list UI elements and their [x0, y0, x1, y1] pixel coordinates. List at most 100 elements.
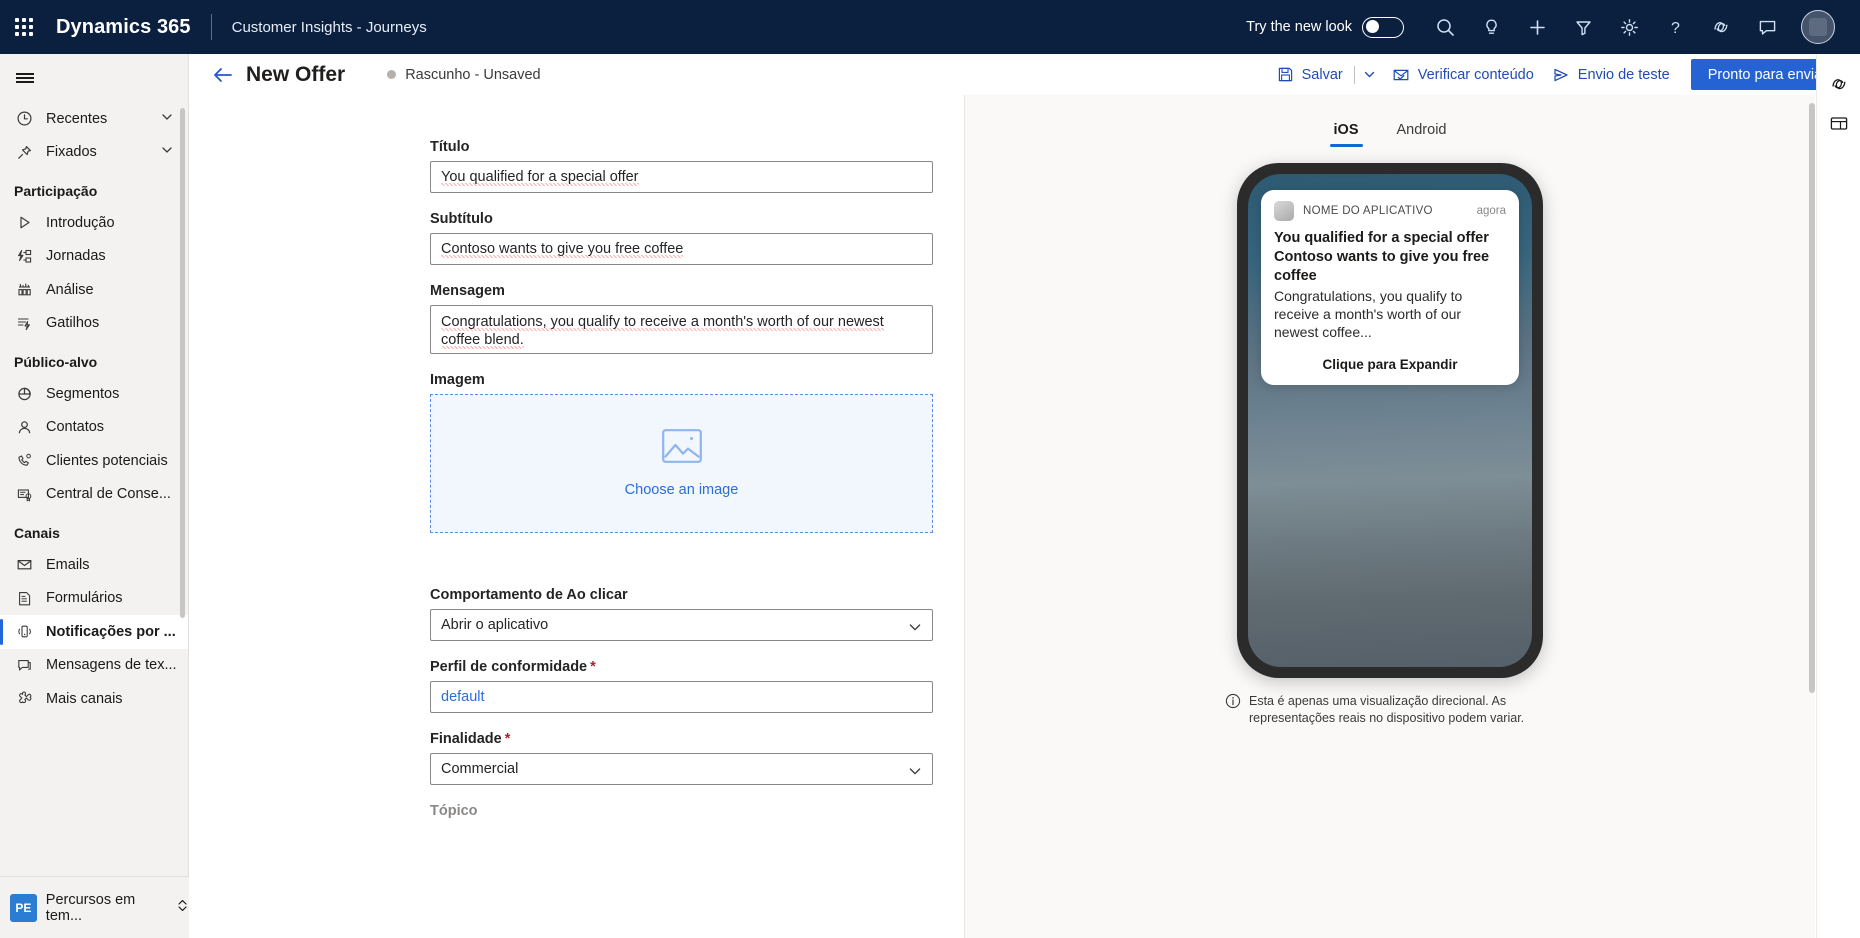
- sidebar-item-central-de-consentimento[interactable]: Central de Conse...: [0, 478, 188, 512]
- notification-subtitle: Contoso wants to give you free coffee: [1274, 249, 1490, 284]
- sidebar-item-label: Clientes potenciais: [46, 452, 168, 469]
- purpose-label: Finalidade *: [430, 731, 933, 747]
- sidebar-item-fixados[interactable]: Fixados: [0, 136, 188, 170]
- mail-icon: [16, 556, 38, 573]
- image-placeholder-icon: [661, 429, 702, 468]
- analytics-icon: [16, 281, 38, 298]
- preview-tabs: iOS Android: [965, 95, 1815, 147]
- status-dot-icon: [387, 70, 397, 79]
- avatar[interactable]: [1790, 0, 1846, 54]
- sidebar-item-mais-canais[interactable]: Mais canais: [0, 682, 188, 716]
- sidebar-item-clientes-potenciais[interactable]: Clientes potenciais: [0, 444, 188, 478]
- sidebar-item-introducao[interactable]: Introdução: [0, 206, 188, 240]
- message-value: Congratulations, you qualify to receive …: [441, 314, 884, 349]
- sidebar-item-label: Jornadas: [46, 248, 106, 265]
- chevron-down-icon[interactable]: [160, 110, 174, 128]
- sidebar-item-segmentos[interactable]: Segmentos: [0, 377, 188, 411]
- more-channels-icon: [16, 690, 38, 707]
- notes-panel-icon[interactable]: [1821, 104, 1857, 144]
- right-rail: [1816, 54, 1860, 938]
- click-to-expand-link[interactable]: Clique para Expandir: [1274, 357, 1506, 372]
- sidebar-item-label: Emails: [46, 556, 90, 573]
- help-icon[interactable]: ?: [1652, 0, 1698, 54]
- save-icon: [1277, 66, 1294, 83]
- command-divider: [1353, 65, 1355, 84]
- sidebar-item-label: Contatos: [46, 419, 105, 436]
- title-input[interactable]: You qualified for a special offer: [430, 161, 933, 193]
- sidebar-item-analise[interactable]: Análise: [0, 273, 188, 307]
- check-content-button[interactable]: Verificar conteúdo: [1383, 59, 1543, 91]
- tab-ios[interactable]: iOS: [1326, 117, 1367, 147]
- compliance-profile-label-text: Perfil de conformidade: [430, 659, 588, 675]
- area-badge: PE: [10, 893, 37, 922]
- copilot-panel-icon[interactable]: [1821, 64, 1857, 104]
- topic-label: Tópico: [430, 803, 478, 819]
- new-look-label: Try the new look: [1246, 19, 1352, 35]
- sidebar-item-recentes[interactable]: Recentes: [0, 102, 188, 136]
- check-content-label: Verificar conteúdo: [1417, 66, 1534, 83]
- waffle-icon: [15, 18, 33, 36]
- choose-image-link[interactable]: Choose an image: [625, 482, 739, 498]
- sidebar-item-mensagens-de-texto[interactable]: Mensagens de tex...: [0, 649, 188, 683]
- person-icon: [16, 419, 38, 436]
- notification-preview-card: NOME DO APLICATIVO agora You qualified f…: [1261, 190, 1519, 385]
- feedback-icon[interactable]: [1744, 0, 1790, 54]
- preview-pane: iOS Android NOME DO APLICATIVO agora You…: [965, 95, 1815, 938]
- field-compliance-profile: Perfil de conformidade * default: [430, 659, 933, 713]
- sidebar-group-title: Participação: [14, 183, 98, 199]
- sidebar-item-formularios[interactable]: Formulários: [0, 582, 188, 616]
- compliance-profile-input[interactable]: default: [430, 681, 933, 713]
- copilot-icon[interactable]: [1698, 0, 1744, 54]
- status-label: Rascunho - Unsaved: [405, 66, 541, 83]
- filter-icon[interactable]: [1560, 0, 1606, 54]
- phone-screen: NOME DO APLICATIVO agora You qualified f…: [1248, 174, 1532, 667]
- brand-title[interactable]: Dynamics 365: [56, 16, 191, 39]
- click-behavior-select[interactable]: Abrir o aplicativo: [430, 609, 933, 641]
- sidebar-menu-toggle[interactable]: [0, 54, 189, 102]
- sidebar-scroll-area: Recentes Fixados Participação Introdução: [0, 102, 188, 872]
- chevron-updown-icon[interactable]: [176, 898, 189, 918]
- area-label: Percursos em tem...: [45, 891, 136, 924]
- sidebar-item-label: Análise: [46, 281, 94, 298]
- field-image: Imagem Choose an image: [430, 372, 933, 533]
- save-button[interactable]: Salvar: [1268, 59, 1352, 91]
- sidebar-area-switcher[interactable]: PE Percursos em tem...: [0, 876, 189, 938]
- sidebar-item-label: Mais canais: [46, 690, 123, 707]
- sidebar-item-jornadas[interactable]: Jornadas: [0, 240, 188, 274]
- preview-scrollbar[interactable]: [1809, 103, 1815, 693]
- field-subtitle: Subtítulo Contoso wants to give you free…: [430, 211, 933, 265]
- purpose-select[interactable]: Commercial: [430, 753, 933, 785]
- message-input[interactable]: Congratulations, you qualify to receive …: [430, 305, 933, 354]
- new-look-toggle[interactable]: [1362, 16, 1404, 38]
- click-behavior-label: Comportamento de Ao clicar: [430, 587, 628, 603]
- image-dropzone[interactable]: Choose an image: [430, 394, 933, 533]
- sidebar-item-contatos[interactable]: Contatos: [0, 411, 188, 445]
- back-button[interactable]: [206, 54, 240, 95]
- journey-icon: [16, 248, 38, 265]
- sidebar-item-gatilhos[interactable]: Gatilhos: [0, 307, 188, 341]
- app-launcher-button[interactable]: [0, 0, 48, 54]
- test-send-button[interactable]: Envio de teste: [1543, 59, 1679, 91]
- subtitle-input[interactable]: Contoso wants to give you free coffee: [430, 233, 933, 265]
- required-asterisk: *: [590, 659, 596, 675]
- tab-android[interactable]: Android: [1389, 117, 1455, 147]
- search-icon[interactable]: [1422, 0, 1468, 54]
- app-name-label[interactable]: Customer Insights - Journeys: [232, 19, 427, 36]
- lightbulb-icon[interactable]: [1468, 0, 1514, 54]
- save-options-chevron-down-icon[interactable]: [1357, 59, 1383, 91]
- purpose-value: Commercial: [441, 761, 519, 777]
- sidebar-item-notificacoes-por-push[interactable]: Notificações por ...: [0, 615, 188, 649]
- push-notification-icon: [16, 623, 38, 640]
- top-navigation-bar: Dynamics 365 Customer Insights - Journey…: [0, 0, 1860, 54]
- sidebar-scrollbar[interactable]: [180, 108, 185, 618]
- notification-timestamp: agora: [1476, 205, 1506, 217]
- piechart-icon: [16, 385, 38, 402]
- plus-icon[interactable]: [1514, 0, 1560, 54]
- subtitle-value: Contoso wants to give you free coffee: [441, 240, 684, 258]
- sidebar-item-emails[interactable]: Emails: [0, 548, 188, 582]
- chevron-down-icon[interactable]: [160, 143, 174, 161]
- title-label: Título: [430, 139, 470, 155]
- gear-icon[interactable]: [1606, 0, 1652, 54]
- sidebar-item-label: Mensagens de tex...: [46, 657, 177, 674]
- hamburger-icon: [16, 70, 34, 85]
